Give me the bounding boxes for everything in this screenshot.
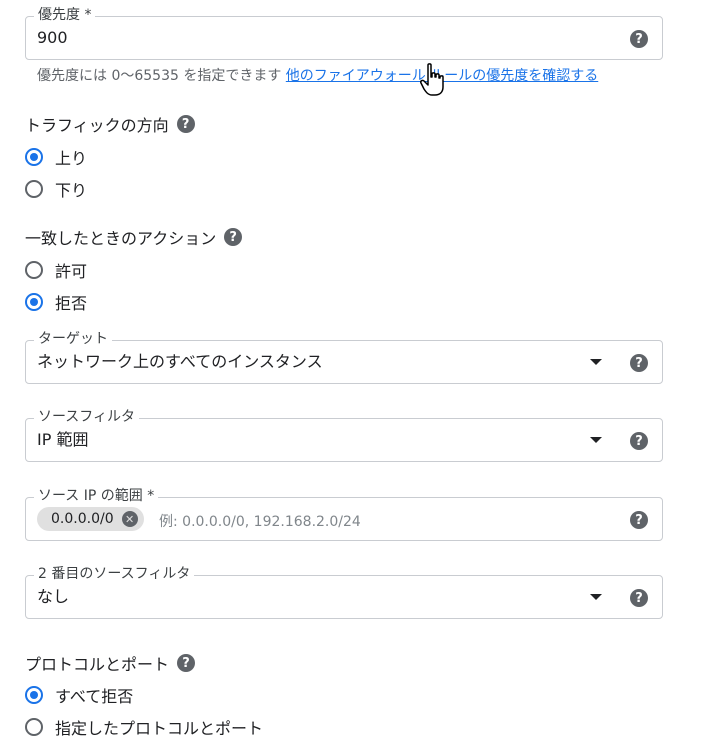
hand-cursor-icon: [420, 63, 444, 96]
direction-option-egress-label: 下り: [55, 181, 88, 200]
priority-label: 優先度 *: [34, 6, 96, 24]
priority-help-icon[interactable]: ?: [630, 30, 648, 48]
target-help-icon[interactable]: ?: [630, 354, 648, 372]
radio-unchecked-icon[interactable]: [25, 180, 43, 198]
action-section-title: 一致したときのアクション ?: [25, 225, 243, 249]
priority-input[interactable]: 900: [37, 28, 68, 48]
protocols-option-deny-all-label: すべて拒否: [55, 687, 134, 706]
protocols-option-specified-label: 指定したプロトコルとポート: [55, 719, 264, 738]
source-filter-help-icon[interactable]: ?: [630, 432, 648, 450]
radio-checked-icon[interactable]: [25, 293, 43, 311]
direction-option-ingress-label: 上り: [55, 149, 88, 168]
priority-hint: 優先度には 0〜65535 を指定できます 他のファイアウォール ルールの優先度…: [37, 65, 598, 85]
action-radio-deny[interactable]: 拒否: [25, 290, 87, 314]
target-select[interactable]: ターゲット ネットワーク上のすべてのインスタンス ?: [25, 330, 663, 384]
second-source-filter-label: 2 番目のソースフィルタ: [34, 565, 195, 583]
radio-unchecked-icon[interactable]: [25, 261, 43, 279]
direction-radio-ingress[interactable]: 上り: [25, 145, 87, 169]
direction-radio-egress[interactable]: 下り: [25, 177, 87, 201]
dropdown-arrow-icon[interactable]: [590, 594, 602, 600]
priority-field[interactable]: 優先度 * 900 ?: [25, 6, 663, 60]
priority-hint-text: 優先度には 0〜65535 を指定できます: [37, 68, 282, 84]
ip-range-chip-label: 0.0.0.0/0: [51, 511, 114, 527]
second-source-filter-help-icon[interactable]: ?: [630, 589, 648, 607]
radio-unchecked-icon[interactable]: [25, 718, 43, 736]
direction-section-title: トラフィックの方向 ?: [25, 112, 195, 136]
second-source-filter-select[interactable]: 2 番目のソースフィルタ なし ?: [25, 565, 663, 619]
dropdown-arrow-icon[interactable]: [590, 437, 602, 443]
action-radio-allow[interactable]: 許可: [25, 258, 87, 282]
radio-checked-icon[interactable]: [25, 148, 43, 166]
direction-help-icon[interactable]: ?: [176, 115, 195, 133]
ip-range-chip: 0.0.0.0/0 ✕: [37, 507, 144, 531]
source-filter-label: ソースフィルタ: [34, 408, 140, 426]
direction-title: トラフィックの方向: [25, 116, 169, 135]
protocols-radio-deny-all[interactable]: すべて拒否: [25, 683, 133, 707]
target-label: ターゲット: [34, 330, 112, 348]
source-ip-range-field[interactable]: ソース IP の範囲 * 0.0.0.0/0 ✕ 例: 0.0.0.0/0, 1…: [25, 487, 663, 541]
action-help-icon[interactable]: ?: [224, 228, 243, 246]
second-source-filter-value: なし: [37, 587, 70, 606]
source-filter-value: IP 範囲: [37, 430, 89, 449]
action-option-allow-label: 許可: [55, 262, 88, 281]
protocols-help-icon[interactable]: ?: [177, 654, 196, 672]
target-value: ネットワーク上のすべてのインスタンス: [37, 352, 323, 371]
source-ip-range-help-icon[interactable]: ?: [630, 511, 648, 529]
protocols-radio-specified[interactable]: 指定したプロトコルとポート: [25, 715, 263, 739]
action-option-deny-label: 拒否: [55, 294, 88, 313]
source-filter-select[interactable]: ソースフィルタ IP 範囲 ?: [25, 408, 663, 462]
source-ip-range-input[interactable]: 例: 0.0.0.0/0, 192.168.2.0/24: [159, 511, 361, 531]
dropdown-arrow-icon[interactable]: [590, 359, 602, 365]
source-ip-range-label: ソース IP の範囲 *: [34, 487, 159, 505]
chip-remove-icon[interactable]: ✕: [121, 511, 138, 527]
protocols-section-title: プロトコルとポート ?: [25, 651, 196, 675]
radio-checked-icon[interactable]: [25, 686, 43, 704]
action-title: 一致したときのアクション: [25, 229, 217, 248]
protocols-title: プロトコルとポート: [25, 655, 170, 674]
